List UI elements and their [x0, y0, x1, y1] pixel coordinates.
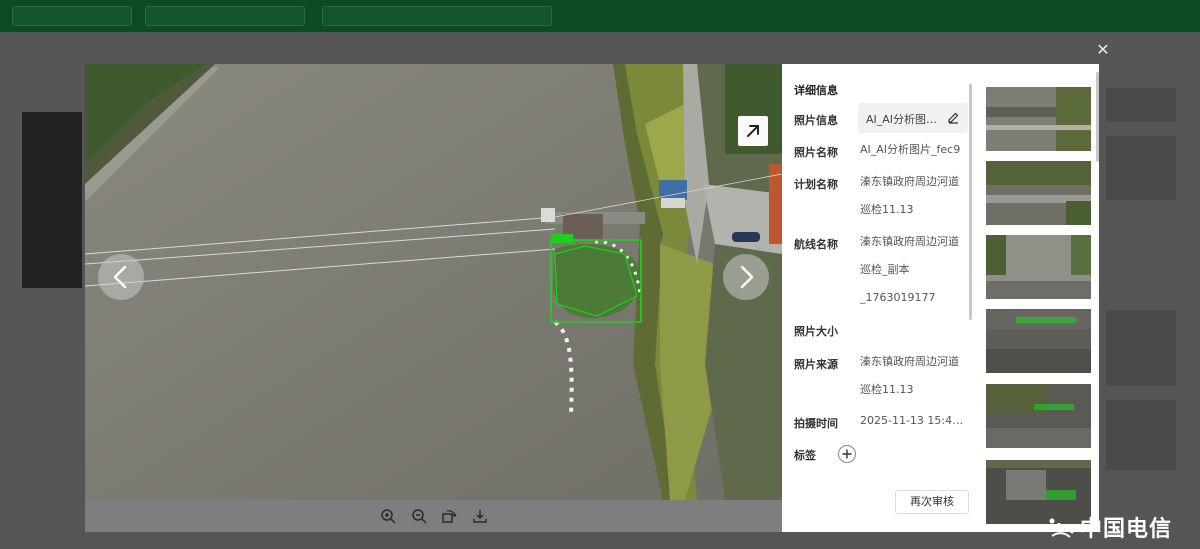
photo-name-label: 照片名称	[794, 146, 838, 159]
photo-size-label: 照片大小	[794, 325, 838, 338]
photo-info-field[interactable]: AI_AI分析图片_fec9	[858, 103, 968, 133]
close-icon[interactable]: ✕	[1094, 41, 1112, 59]
thumbnail[interactable]	[986, 161, 1091, 225]
external-arrow-icon	[747, 125, 759, 137]
zoom-in-button[interactable]	[379, 507, 397, 525]
app-tab[interactable]	[145, 6, 305, 26]
zoom-in-icon	[381, 509, 396, 524]
download-icon	[473, 510, 487, 523]
details-heading: 详细信息	[794, 84, 838, 97]
route-name-value-cont: _1763019177	[860, 291, 936, 304]
app-tab[interactable]	[322, 6, 552, 26]
tags-label: 标签	[794, 449, 816, 462]
edit-icon[interactable]	[947, 111, 960, 124]
thumbnail[interactable]	[986, 87, 1091, 151]
plan-name-value: 溱东镇政府周边河道	[860, 175, 959, 188]
viewer-toolbar	[85, 500, 782, 532]
background-card	[1106, 136, 1176, 200]
add-tag-button[interactable]	[838, 445, 856, 463]
china-telecom-logo-icon	[1048, 518, 1074, 538]
shot-time-label: 拍摄时间	[794, 417, 838, 430]
watermark-text: 中国电信	[1080, 517, 1173, 542]
rotate-button[interactable]	[440, 507, 458, 525]
aerial-photo	[85, 64, 782, 500]
next-image-button[interactable]	[723, 254, 769, 300]
image-viewer	[85, 64, 782, 532]
photo-source-label: 照片来源	[794, 358, 838, 371]
watermark: 中国电信	[1046, 511, 1172, 543]
background-card	[1106, 88, 1176, 122]
reaudit-button[interactable]: 再次审核	[895, 490, 969, 514]
zoom-out-icon	[412, 509, 427, 524]
background-card	[22, 112, 82, 288]
plus-icon	[842, 449, 852, 459]
thumbnail-scrollbar[interactable]	[1096, 72, 1099, 162]
detection-label	[551, 234, 573, 243]
route-name-value: 溱东镇政府周边河道	[860, 235, 959, 248]
download-button[interactable]	[471, 507, 489, 525]
route-name-value-cont: 巡检_副本	[860, 263, 910, 276]
photo-name-value: AI_AI分析图片_fec9	[860, 143, 961, 156]
app-header	[0, 0, 1200, 32]
open-original-button[interactable]	[738, 116, 768, 146]
thumbnail[interactable]	[986, 309, 1091, 373]
plan-name-label: 计划名称	[794, 178, 838, 191]
chevron-right-icon	[740, 265, 754, 289]
background-card	[1106, 400, 1176, 470]
previous-image-button[interactable]	[98, 254, 144, 300]
photo-info-value: AI_AI分析图片_fec9	[866, 113, 942, 126]
details-panel: 详细信息 照片信息 AI_AI分析图片_fec9 照片名称 AI_AI分析图片_…	[782, 64, 980, 532]
details-scrollbar[interactable]	[969, 84, 972, 320]
plan-name-value-cont: 巡检11.13	[860, 203, 914, 216]
zoom-out-button[interactable]	[410, 507, 428, 525]
shot-time-value: 2025-11-13 15:43:39	[860, 414, 970, 427]
photo-source-value-cont: 巡检11.13	[860, 383, 914, 396]
app-tab[interactable]	[12, 6, 132, 26]
thumbnail[interactable]	[986, 235, 1091, 299]
thumbnail[interactable]	[986, 384, 1091, 448]
rotate-icon	[442, 510, 457, 523]
photo-source-value: 溱东镇政府周边河道	[860, 355, 959, 368]
thumbnail-strip	[980, 64, 1099, 532]
route-name-label: 航线名称	[794, 238, 838, 251]
photo-info-label: 照片信息	[794, 114, 838, 127]
chevron-left-icon	[113, 265, 127, 289]
background-card	[1106, 310, 1176, 386]
